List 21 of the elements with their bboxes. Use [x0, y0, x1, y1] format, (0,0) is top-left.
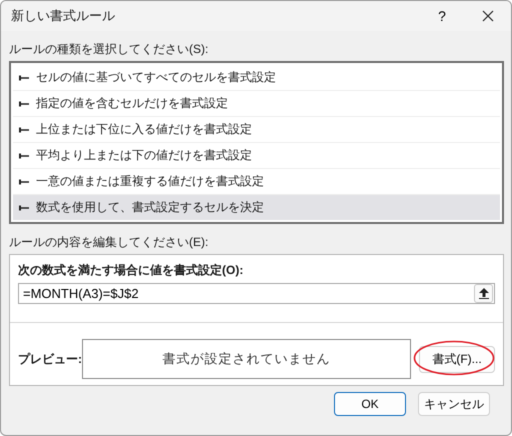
- close-icon: [482, 10, 494, 22]
- preview-box: 書式が設定されていません: [82, 339, 411, 379]
- cancel-button[interactable]: キャンセル: [418, 392, 490, 416]
- formula-field[interactable]: =MONTH(A3)=$J$2: [18, 283, 495, 304]
- window-title: 新しい書式ルール: [11, 7, 116, 25]
- formula-label: 次の数式を満たす場合に値を書式設定(O):: [18, 262, 244, 279]
- upload-arrow-icon: [478, 288, 488, 299]
- pointer-icon: [19, 152, 29, 158]
- collapse-button[interactable]: [474, 284, 493, 303]
- ok-button[interactable]: OK: [334, 392, 406, 416]
- pointer-icon: [19, 204, 29, 210]
- rule-edit-label: ルールの内容を編集してください(E):: [9, 234, 210, 251]
- pointer-icon: [19, 74, 29, 80]
- rule-type-item[interactable]: 数式を使用して、書式設定するセルを決定: [13, 195, 500, 220]
- pointer-icon: [19, 126, 29, 132]
- help-button[interactable]: ?: [419, 1, 465, 31]
- rule-type-label: ルールの種類を選択してください(S):: [9, 41, 210, 58]
- format-button[interactable]: 書式(F)...: [419, 346, 495, 372]
- pointer-icon: [19, 178, 29, 184]
- preview-label: プレビュー:: [18, 350, 82, 368]
- pointer-icon: [19, 100, 29, 106]
